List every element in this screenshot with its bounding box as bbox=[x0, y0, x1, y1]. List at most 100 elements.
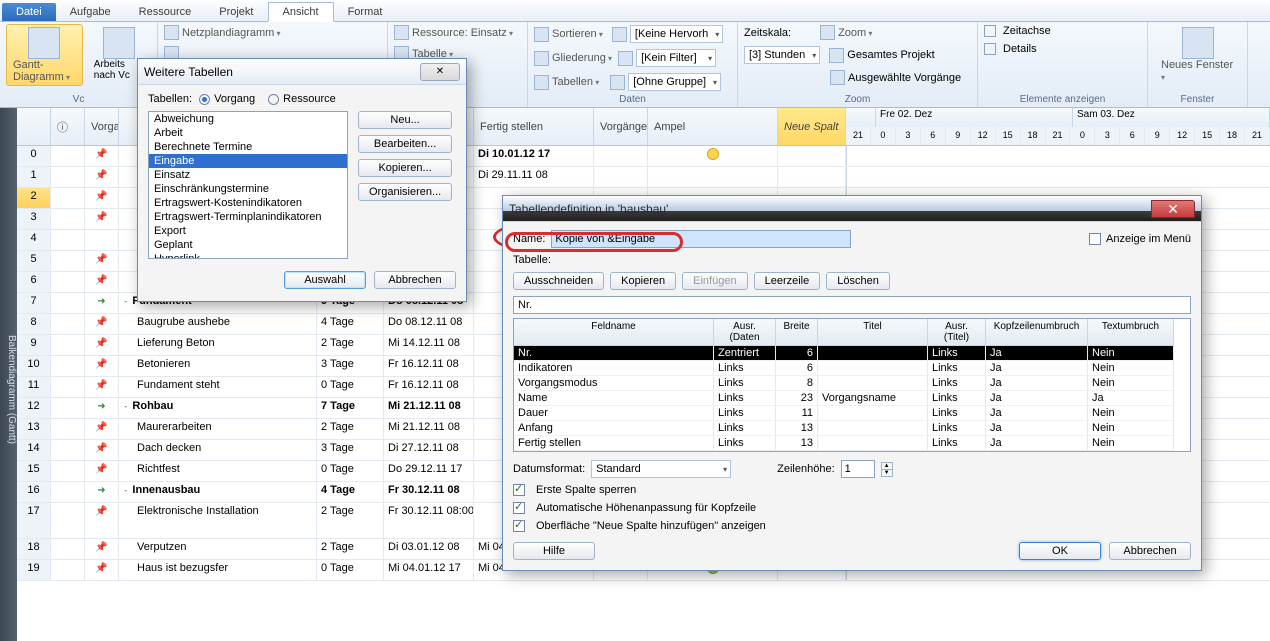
cell-rownum[interactable]: 0 bbox=[17, 146, 51, 166]
cell-finish[interactable]: Di 29.11.11 08 bbox=[474, 167, 594, 187]
cell-start[interactable]: Mi 04.01.12 17 bbox=[384, 560, 474, 580]
cell-mode[interactable] bbox=[85, 209, 119, 229]
cell-start[interactable]: Do 08.12.11 08 bbox=[384, 314, 474, 334]
cell-info[interactable] bbox=[51, 482, 85, 502]
tab-format[interactable]: Format bbox=[334, 3, 397, 21]
cell-name[interactable]: Richtfest bbox=[119, 461, 317, 481]
cell-rownum[interactable]: 10 bbox=[17, 356, 51, 376]
list-item[interactable]: Abweichung bbox=[149, 112, 347, 126]
cell-info[interactable] bbox=[51, 398, 85, 418]
selected-tasks-button[interactable]: Ausgewählte Vorgänge bbox=[848, 72, 961, 84]
cell-duration[interactable]: 2 Tage bbox=[317, 539, 384, 559]
list-item[interactable]: Arbeit bbox=[149, 126, 347, 140]
new-window-button[interactable]: Neues Fenster bbox=[1154, 24, 1241, 86]
cell-start[interactable]: Fr 30.12.11 08:00 bbox=[384, 503, 474, 538]
timeline-checkbox[interactable] bbox=[984, 25, 996, 37]
cell-mode[interactable] bbox=[85, 560, 119, 580]
cell-start[interactable]: Mi 14.12.11 08 bbox=[384, 335, 474, 355]
cell-rownum[interactable]: 17 bbox=[17, 503, 51, 538]
list-item[interactable]: Export bbox=[149, 224, 347, 238]
cell-rownum[interactable]: 2 bbox=[17, 188, 51, 208]
cell-mode[interactable] bbox=[85, 272, 119, 292]
table-row[interactable]: Fertig stellenLinks13LinksJaNein bbox=[514, 436, 1190, 451]
cell-rownum[interactable]: 5 bbox=[17, 251, 51, 271]
cell-name[interactable]: Elektronische Installation bbox=[119, 503, 317, 538]
cell-info[interactable] bbox=[51, 209, 85, 229]
close-button[interactable]: ✕ bbox=[420, 63, 460, 81]
cell-info[interactable] bbox=[51, 146, 85, 166]
cell-info[interactable] bbox=[51, 251, 85, 271]
cell-duration[interactable]: 2 Tage bbox=[317, 419, 384, 439]
cell-name[interactable]: Baugrube aushebe bbox=[119, 314, 317, 334]
list-item[interactable]: Einsatz bbox=[149, 168, 347, 182]
cell-start[interactable]: Di 03.01.12 08 bbox=[384, 539, 474, 559]
cell-rownum[interactable]: 14 bbox=[17, 440, 51, 460]
cell-info[interactable] bbox=[51, 335, 85, 355]
cell-info[interactable] bbox=[51, 419, 85, 439]
table-row[interactable]: Nr.Zentriert6LinksJaNein bbox=[514, 346, 1190, 361]
cell-rownum[interactable]: 15 bbox=[17, 461, 51, 481]
list-item[interactable]: Berechnete Termine bbox=[149, 140, 347, 154]
list-item[interactable]: Geplant bbox=[149, 238, 347, 252]
cell-duration[interactable]: 4 Tage bbox=[317, 482, 384, 502]
cell-start[interactable]: Fr 16.12.11 08 bbox=[384, 356, 474, 376]
cut-button[interactable]: Ausschneiden bbox=[513, 272, 604, 290]
edit-field[interactable]: Nr. bbox=[513, 296, 1191, 314]
cell-rownum[interactable]: 16 bbox=[17, 482, 51, 502]
cell-duration[interactable]: 0 Tage bbox=[317, 461, 384, 481]
radio-resource[interactable] bbox=[268, 94, 279, 105]
cell-mode[interactable] bbox=[85, 293, 119, 313]
whole-project-button[interactable]: Gesamtes Projekt bbox=[847, 49, 934, 61]
cell-info[interactable] bbox=[51, 503, 85, 538]
auto-height-checkbox[interactable] bbox=[513, 502, 525, 514]
cell-mode[interactable] bbox=[85, 377, 119, 397]
cell-info[interactable] bbox=[51, 560, 85, 580]
cell-mode[interactable] bbox=[85, 146, 119, 166]
cell-info[interactable] bbox=[51, 188, 85, 208]
cell-rownum[interactable]: 7 bbox=[17, 293, 51, 313]
cell-ampel[interactable] bbox=[648, 146, 778, 166]
help-button[interactable]: Hilfe bbox=[513, 542, 595, 560]
cell-mode[interactable] bbox=[85, 314, 119, 334]
table-row[interactable]: VorgangsmodusLinks8LinksJaNein bbox=[514, 376, 1190, 391]
new-button[interactable]: Neu... bbox=[358, 111, 452, 129]
close-button[interactable]: ✕ bbox=[1151, 200, 1195, 218]
cell-start[interactable]: Mi 21.12.11 08 bbox=[384, 398, 474, 418]
cell-duration[interactable]: 0 Tage bbox=[317, 377, 384, 397]
network-diagram-button[interactable]: Netzplandiagramm bbox=[182, 27, 281, 39]
tab-project[interactable]: Projekt bbox=[205, 3, 267, 21]
cell-rownum[interactable]: 18 bbox=[17, 539, 51, 559]
spinner-up[interactable]: ▲ bbox=[882, 463, 892, 470]
blankrow-button[interactable]: Leerzeile bbox=[754, 272, 821, 290]
details-checkbox[interactable] bbox=[984, 43, 996, 55]
outline-button[interactable]: Gliederung bbox=[552, 52, 612, 64]
table-row[interactable]: DauerLinks11LinksJaNein bbox=[514, 406, 1190, 421]
rowheight-spinner[interactable] bbox=[841, 460, 875, 478]
cell-mode[interactable] bbox=[85, 398, 119, 418]
ok-button[interactable]: OK bbox=[1019, 542, 1101, 560]
cell-info[interactable] bbox=[51, 440, 85, 460]
filter-combo[interactable]: [Kein Filter] bbox=[636, 49, 716, 67]
cell-mode[interactable] bbox=[85, 461, 119, 481]
cancel-button[interactable]: Abbrechen bbox=[374, 271, 456, 289]
sort-button[interactable]: Sortieren bbox=[552, 28, 603, 40]
cell-new[interactable] bbox=[778, 167, 846, 187]
copy-button[interactable]: Kopieren bbox=[610, 272, 676, 290]
highlight-combo[interactable]: [Keine Hervorh bbox=[630, 25, 723, 43]
cell-info[interactable] bbox=[51, 377, 85, 397]
tables-list[interactable]: AbweichungArbeitBerechnete TermineEingab… bbox=[148, 111, 348, 259]
cell-mode[interactable] bbox=[85, 251, 119, 271]
cell-name[interactable]: Lieferung Beton bbox=[119, 335, 317, 355]
cell-duration[interactable]: 0 Tage bbox=[317, 560, 384, 580]
cell-mode[interactable] bbox=[85, 503, 119, 538]
list-item[interactable]: Einschränkungstermine bbox=[149, 182, 347, 196]
cell-info[interactable] bbox=[51, 167, 85, 187]
col-pred[interactable]: Vorgänger bbox=[594, 108, 648, 145]
cell-info[interactable] bbox=[51, 230, 85, 250]
timescale-combo[interactable]: [3] Stunden bbox=[744, 46, 820, 64]
cell-rownum[interactable]: 12 bbox=[17, 398, 51, 418]
gantt-cell[interactable] bbox=[846, 167, 1270, 187]
cell-pred[interactable] bbox=[594, 167, 648, 187]
cell-name[interactable]: Verputzen bbox=[119, 539, 317, 559]
cell-duration[interactable]: 7 Tage bbox=[317, 398, 384, 418]
